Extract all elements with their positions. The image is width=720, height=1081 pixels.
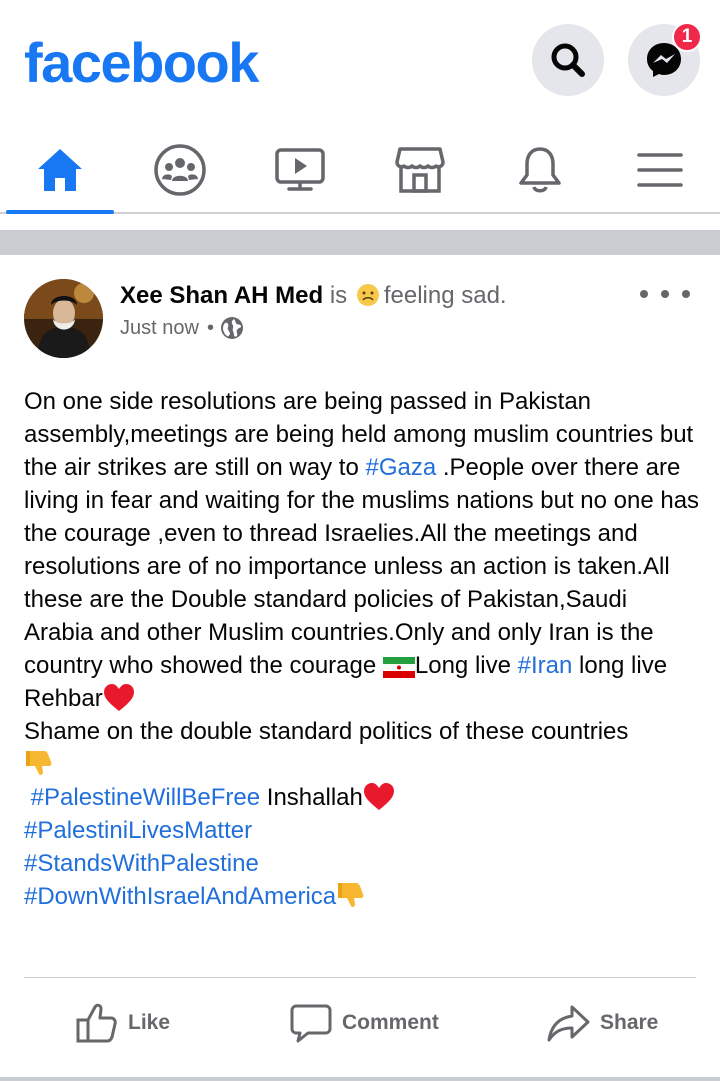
search-icon	[551, 43, 585, 77]
more-options-button[interactable]	[640, 279, 690, 309]
groups-icon	[154, 144, 206, 196]
post-timestamp[interactable]: Just now	[120, 315, 199, 341]
post-text-segment: .People over there are living in fear an…	[24, 454, 700, 679]
tab-notifications[interactable]	[480, 128, 600, 212]
watch-icon	[275, 148, 325, 191]
feed-divider	[0, 230, 720, 255]
red-heart-icon	[103, 684, 134, 711]
hashtag-stands-with-palestine[interactable]: #StandsWithPalestine	[24, 850, 259, 877]
messenger-button[interactable]: 1	[628, 22, 702, 96]
author-name[interactable]: Xee Shan AH Med	[120, 282, 323, 309]
iran-flag-icon	[382, 657, 415, 678]
post-paragraph: #PalestiniLivesMatter	[24, 814, 700, 847]
hashtag-gaza[interactable]: #Gaza	[365, 454, 436, 481]
post-actions: Like Comment Share	[0, 985, 720, 1061]
tab-groups[interactable]	[120, 128, 240, 212]
is-word: is	[329, 282, 348, 309]
hashtag-iran[interactable]: #Iran	[518, 652, 573, 679]
like-label: Like	[128, 1011, 171, 1034]
avatar[interactable]	[24, 279, 103, 358]
more-dot-icon	[682, 290, 690, 298]
like-button[interactable]: Like	[76, 985, 170, 1061]
post-text-segment: Inshallah	[260, 784, 363, 811]
post-header: Xee Shan AH Med is feeling sad.	[120, 281, 507, 311]
marketplace-icon	[395, 147, 445, 193]
hashtag-palestini-lives[interactable]: #PalestiniLivesMatter	[24, 817, 252, 844]
facebook-logo[interactable]: facebook	[24, 30, 259, 95]
post-paragraph: On one side resolutions are being passed…	[24, 385, 700, 715]
post-bottom-divider	[0, 1077, 720, 1081]
comment-label: Comment	[342, 1011, 439, 1034]
share-icon	[547, 1005, 590, 1042]
red-heart-icon	[363, 783, 394, 810]
like-icon	[76, 1003, 117, 1043]
post-paragraph: #PalestineWillBeFree Inshallah	[24, 781, 700, 814]
hashtag-down-with[interactable]: #DownWithIsraelAndAmerica	[24, 883, 336, 910]
more-dot-icon	[661, 290, 669, 298]
share-button[interactable]: Share	[546, 985, 658, 1061]
nav-bar	[0, 128, 720, 214]
more-dot-icon	[640, 290, 648, 298]
post-paragraph: #DownWithIsraelAndAmerica	[24, 880, 700, 913]
menu-icon	[637, 153, 683, 187]
active-tab-indicator	[6, 210, 114, 214]
tab-watch[interactable]	[240, 128, 360, 212]
notifications-icon	[519, 147, 561, 193]
post-card: Xee Shan AH Med is feeling sad. Just now…	[0, 255, 720, 1081]
share-label: Share	[600, 1011, 659, 1034]
tab-menu[interactable]	[600, 128, 720, 212]
home-icon	[38, 149, 82, 191]
globe-icon	[220, 317, 243, 339]
comment-button[interactable]: Comment	[290, 985, 439, 1061]
meta-separator: •	[206, 317, 214, 339]
messenger-badge: 1	[672, 22, 702, 52]
hashtag-palestine-free[interactable]: #PalestineWillBeFree	[31, 784, 260, 811]
tab-home[interactable]	[0, 128, 120, 214]
post-text-segment: Shame on the double standard politics of…	[24, 718, 629, 745]
feeling-text: feeling sad.	[383, 282, 507, 309]
thumbs-down-icon	[338, 883, 364, 908]
post-text: On one side resolutions are being passed…	[24, 385, 700, 913]
sad-face-icon	[356, 284, 379, 306]
comment-icon	[290, 1004, 332, 1043]
search-button[interactable]	[532, 24, 604, 96]
post-text-segment: Long live	[414, 652, 518, 679]
post-meta: Just now •	[120, 315, 244, 341]
thumbs-down-icon	[26, 751, 52, 776]
top-bar: facebook 1	[0, 0, 720, 128]
post-paragraph: Shame on the double standard politics of…	[24, 715, 700, 781]
action-divider	[24, 977, 696, 978]
post-paragraph: #StandsWithPalestine	[24, 847, 700, 880]
tab-marketplace[interactable]	[360, 128, 480, 212]
